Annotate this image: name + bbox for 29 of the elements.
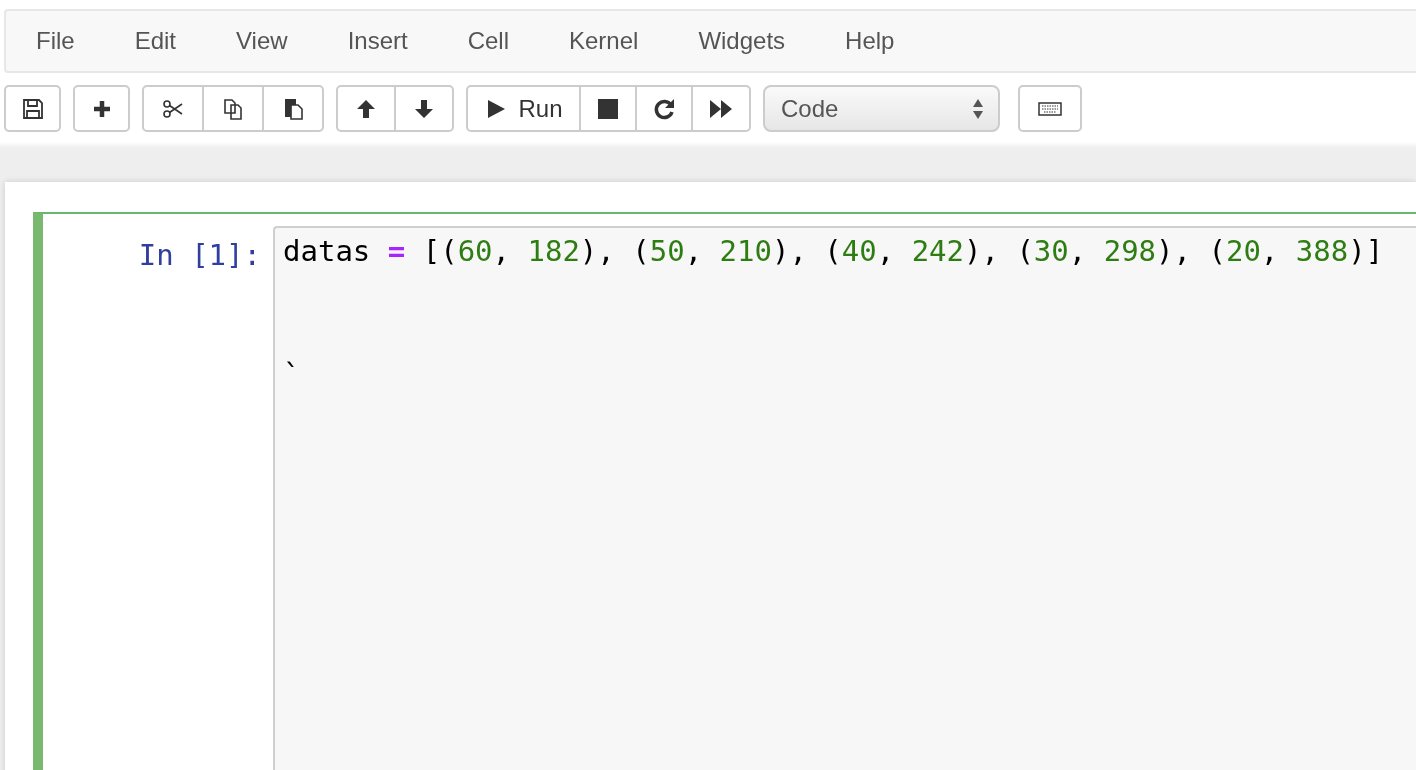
menu-item[interactable]: Insert — [317, 27, 438, 55]
menu-item[interactable]: Kernel — [539, 27, 669, 55]
stop-icon — [596, 96, 620, 121]
move-up-button[interactable] — [336, 85, 396, 132]
save-button[interactable] — [4, 85, 61, 132]
code-editor[interactable]: datas = [(60, 182), (50, 210), (40, 242), (30, 298), (20, 388)] ` — [273, 226, 1416, 770]
keyboard-shortcuts-button[interactable] — [1018, 85, 1082, 132]
stop-button[interactable] — [579, 85, 637, 132]
insert-cell-button[interactable] — [73, 85, 130, 132]
menu-item[interactable]: View — [206, 27, 318, 55]
move-down-button[interactable] — [394, 85, 454, 132]
code-cell[interactable]: In [1]: datas = [(60, 182), (50, 210), (40, 242), (30, 298), (20, 388)] ` — [33, 212, 1416, 770]
menu-item[interactable]: Edit — [104, 27, 207, 55]
menu-item[interactable]: Cell — [437, 27, 539, 55]
paste-button[interactable] — [262, 85, 324, 132]
menu-item[interactable]: Widgets — [668, 27, 816, 55]
run-all-button[interactable] — [691, 85, 751, 132]
menu-item[interactable]: File — [6, 27, 105, 55]
code-line: ` — [283, 360, 302, 391]
menu-item[interactable]: Help — [815, 27, 925, 55]
code-line: datas = [(60, 182), (50, 210), (40, 242), (30, 298), (20, 388)] — [283, 236, 1385, 267]
copy-button[interactable] — [202, 85, 264, 132]
cell-type-dropdown[interactable]: Code — [763, 85, 1000, 132]
run-button[interactable]: Run — [466, 85, 581, 132]
copy-icon — [221, 96, 245, 121]
input-prompt: In [1]: — [137, 237, 262, 274]
cut-button[interactable] — [142, 85, 204, 132]
save-icon — [20, 96, 45, 121]
restart-button[interactable] — [635, 85, 693, 132]
